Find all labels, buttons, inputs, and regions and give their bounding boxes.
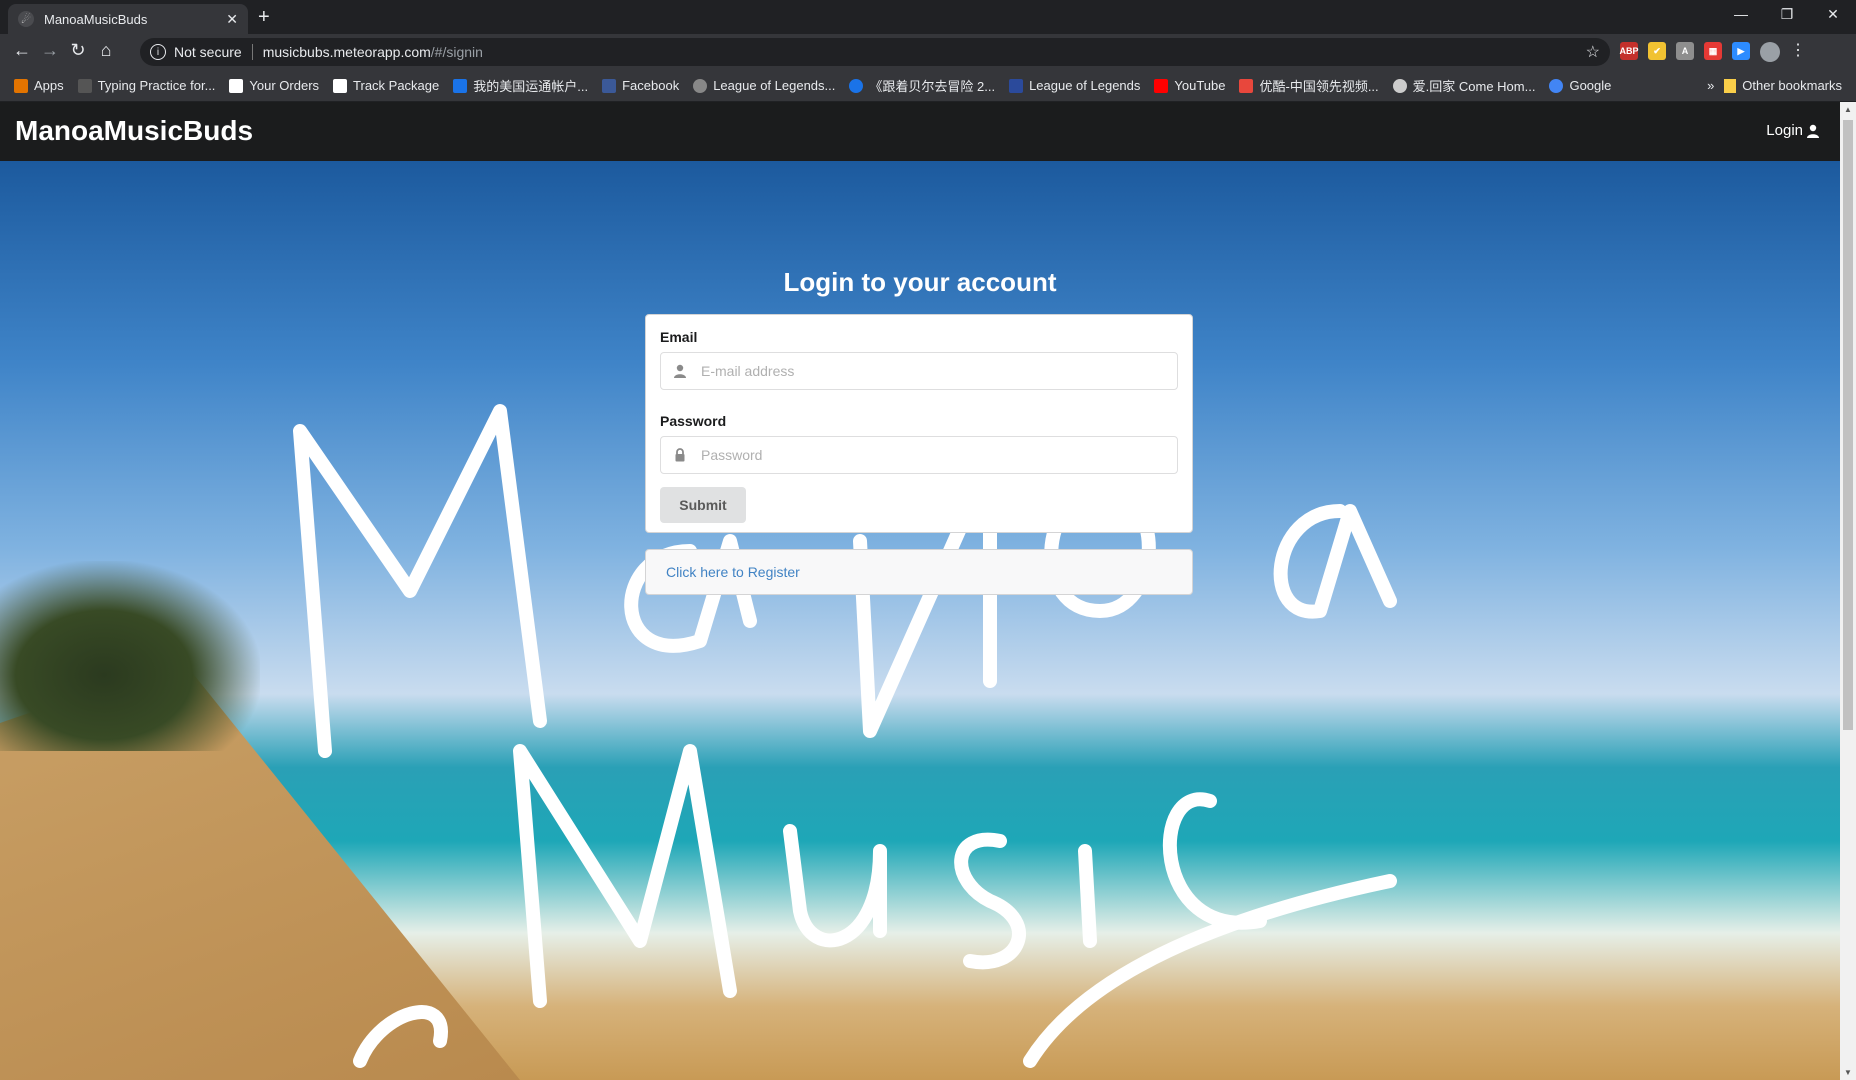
amazon-icon [333, 78, 348, 93]
apps-grid-icon [14, 78, 28, 93]
brand-logo[interactable]: ManoaMusicBuds [15, 115, 253, 147]
bookmark-star-icon[interactable]: ☆ [1586, 42, 1600, 62]
bookmark-item[interactable]: 爱.回家 Come Hom... [1392, 76, 1535, 95]
extensions-area: ABP ✔ A ▦ ▶ ⋮ [1620, 42, 1806, 62]
password-label: Password [660, 413, 727, 429]
other-bookmarks[interactable]: Other bookmarks [1724, 78, 1842, 93]
facebook-icon [602, 78, 617, 93]
minimize-button[interactable]: — [1718, 0, 1764, 30]
bookmark-item[interactable]: Your Orders [229, 78, 319, 93]
new-tab-button[interactable]: + [258, 6, 270, 29]
bookmark-item[interactable]: League of Legends [1009, 78, 1140, 93]
globe-icon [1392, 78, 1407, 93]
meteor-favicon-icon: ☄ [18, 11, 34, 27]
password-field[interactable] [699, 446, 1165, 464]
extension-off-icon[interactable]: ▦ [1704, 42, 1722, 60]
bookmark-item[interactable]: Google [1549, 78, 1611, 93]
user-icon [674, 364, 686, 378]
address-bar[interactable]: i Not secure musicbubs.meteorapp.com /#/… [140, 38, 1610, 66]
bookmark-item[interactable]: 优酷-中国领先视频... [1239, 76, 1379, 95]
home-icon[interactable]: ⌂ [94, 40, 118, 61]
bookmark-apps[interactable]: Apps [14, 78, 64, 93]
adblock-extension-icon[interactable]: ABP [1620, 42, 1639, 60]
scroll-down-icon[interactable]: ▼ [1840, 1068, 1856, 1077]
bookmark-item[interactable]: Typing Practice for... [77, 78, 215, 93]
submit-button[interactable]: Submit [660, 487, 746, 523]
extension-icon[interactable]: ✔ [1648, 42, 1666, 60]
profile-avatar[interactable] [1760, 42, 1780, 62]
url-path: /#/signin [430, 44, 483, 60]
handwritten-logo-scribble [293, 404, 1397, 1068]
bookmark-item[interactable]: League of Legends... [693, 78, 835, 93]
register-link[interactable]: Click here to Register [666, 564, 800, 580]
bookmark-item[interactable]: 我的美国运通帐户... [453, 76, 588, 95]
email-label: Email [660, 329, 698, 345]
bookmark-item[interactable]: YouTube [1154, 78, 1225, 93]
forward-icon[interactable]: → [38, 40, 62, 61]
beach-background-image [0, 161, 1840, 1080]
security-label: Not secure [174, 44, 242, 60]
page-viewport: ManoaMusicBuds Login Login to your accou… [0, 102, 1856, 1080]
restore-button[interactable]: ❐ [1764, 0, 1810, 30]
browser-tab[interactable]: ☄ ManoaMusicBuds ✕ [8, 4, 248, 34]
close-window-button[interactable]: ✕ [1810, 0, 1856, 30]
scrollbar-thumb[interactable] [1843, 120, 1853, 730]
page-title: Login to your account [783, 267, 1057, 297]
video-icon [849, 78, 864, 93]
bookmark-item[interactable]: Facebook [602, 78, 679, 93]
extension-icon[interactable]: A [1676, 42, 1694, 60]
amazon-icon [229, 78, 244, 93]
youtube-icon [1154, 78, 1169, 93]
bookmark-item[interactable]: Track Package [333, 78, 439, 93]
bookmark-favicon-icon [77, 78, 92, 93]
password-field-wrapper [660, 436, 1178, 474]
folder-icon [1724, 78, 1737, 93]
top-navbar: ManoaMusicBuds Login [0, 102, 1840, 161]
login-label: Login [1766, 122, 1803, 139]
tab-title: ManoaMusicBuds [44, 11, 148, 27]
bookmark-item[interactable]: 《跟着贝尔去冒险 2... [849, 76, 995, 95]
amex-icon [453, 78, 468, 93]
info-icon[interactable]: i [150, 44, 166, 60]
league-logo-icon [1009, 78, 1024, 93]
scroll-up-icon[interactable]: ▲ [1840, 105, 1856, 114]
email-field[interactable] [699, 362, 1165, 380]
menu-kebab-icon[interactable]: ⋮ [1790, 42, 1806, 62]
back-icon[interactable]: ← [10, 40, 34, 61]
close-tab-icon[interactable]: ✕ [226, 11, 238, 28]
browser-toolbar: ← → ↻ ⌂ i Not secure musicbubs.meteorapp… [0, 34, 1856, 70]
lock-icon [675, 448, 685, 462]
register-message: Click here to Register [645, 549, 1193, 595]
league-icon [693, 78, 708, 93]
google-icon [1549, 78, 1564, 93]
address-separator [251, 44, 253, 60]
bookmarks-bar: Apps Typing Practice for... Your Orders … [0, 70, 1856, 102]
zoom-extension-icon[interactable]: ▶ [1732, 42, 1750, 60]
youku-icon [1239, 78, 1254, 93]
login-dropdown[interactable]: Login [1766, 122, 1820, 139]
page-scrollbar[interactable]: ▲ ▼ [1840, 102, 1856, 1080]
url-host: musicbubs.meteorapp.com [262, 44, 431, 60]
tab-strip: ☄ ManoaMusicBuds ✕ + — ❐ ✕ [0, 0, 1856, 34]
window-controls: — ❐ ✕ [1718, 0, 1856, 30]
reload-icon[interactable]: ↻ [66, 40, 90, 61]
more-bookmarks-button[interactable]: » [1707, 78, 1714, 93]
signin-form: Email Password Submit [645, 314, 1193, 533]
email-field-wrapper [660, 352, 1178, 390]
user-icon [1807, 124, 1819, 138]
